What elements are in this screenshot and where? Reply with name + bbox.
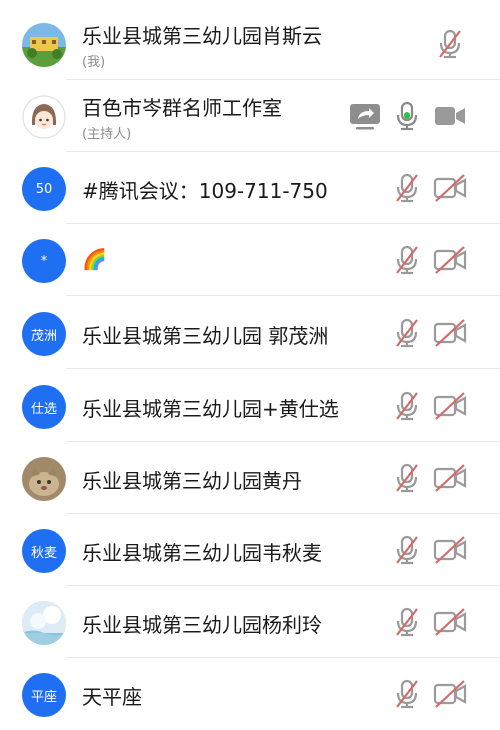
participant-name: 乐业县城第三幼儿园韦秋麦 [82, 541, 322, 565]
mic-muted-icon[interactable] [432, 26, 468, 62]
avatar-initials: 仕选 [30, 401, 57, 417]
avatar-initials: 平座 [30, 689, 57, 705]
participant-role: (主持人) [82, 127, 132, 142]
mic-muted-icon[interactable] [389, 242, 425, 278]
participant-name: 🌈 [82, 247, 107, 271]
participant-row[interactable]: 乐业县城第三幼儿园杨利玲 [0, 586, 500, 658]
participant-role: (我) [82, 55, 106, 70]
mic-muted-icon[interactable] [389, 170, 425, 206]
participant-name: 百色市岑群名师工作室 [82, 96, 282, 120]
video-off-icon[interactable] [432, 388, 468, 424]
video-off-icon[interactable] [432, 460, 468, 496]
participant-name: 乐业县城第三幼儿园+黄仕选 [82, 397, 339, 421]
row-divider [66, 295, 500, 296]
participant-name: 天平座 [82, 685, 142, 709]
participant-row[interactable]: 乐业县城第三幼儿园黄丹 [0, 442, 500, 514]
participant-row[interactable]: 秋麦 乐业县城第三幼儿园韦秋麦 [0, 514, 500, 586]
avatar-initials: 50 [35, 181, 53, 197]
avatar: 50 [22, 167, 66, 211]
row-divider [66, 368, 500, 369]
avatar: * [22, 239, 66, 283]
participant-list: 乐业县城第三幼儿园肖斯云 (我) 百色市岑群名师工作室 (主持人) 50 #腾讯会议：10… [0, 0, 500, 728]
mic-muted-icon[interactable] [389, 460, 425, 496]
avatar-initials: 茂洲 [30, 328, 57, 344]
mic-muted-icon[interactable] [389, 388, 425, 424]
participant-row[interactable]: 平座 天平座 [0, 658, 500, 730]
participant-name: #腾讯会议：109-711-750 [82, 179, 328, 203]
screen-share-icon[interactable] [347, 98, 383, 134]
video-off-icon[interactable] [432, 604, 468, 640]
video-camera-icon[interactable] [432, 98, 468, 134]
cartoon-girl-avatar [22, 95, 66, 139]
school-photo-avatar [22, 23, 66, 67]
participant-row[interactable]: 仕选 乐业县城第三幼儿园+黄仕选 [0, 370, 500, 442]
participant-row[interactable]: 50 #腾讯会议：109-711-750 [0, 152, 500, 224]
video-off-icon[interactable] [432, 170, 468, 206]
mic-muted-icon[interactable] [389, 676, 425, 712]
participant-name: 乐业县城第三幼儿园肖斯云 [82, 24, 322, 48]
participant-row[interactable]: * 🌈 [0, 224, 500, 296]
participant-name: 乐业县城第三幼儿园杨利玲 [82, 613, 322, 637]
video-off-icon[interactable] [432, 315, 468, 351]
participant-name: 乐业县城第三幼儿园 郭茂洲 [82, 324, 329, 348]
mic-muted-icon[interactable] [389, 604, 425, 640]
avatar: 仕选 [22, 385, 66, 429]
sky-photo-avatar [22, 601, 66, 645]
avatar: 秋麦 [22, 529, 66, 573]
avatar-initials: 秋麦 [30, 545, 57, 561]
participant-row[interactable]: 百色市岑群名师工作室 (主持人) [0, 80, 500, 152]
mic-muted-icon[interactable] [389, 315, 425, 351]
avatar: 茂洲 [22, 312, 66, 356]
avatar-initials: * [40, 253, 48, 269]
participant-row[interactable]: 乐业县城第三幼儿园肖斯云 (我) [0, 8, 500, 80]
mic-active-icon[interactable] [389, 98, 425, 134]
avatar: 平座 [22, 673, 66, 717]
video-off-icon[interactable] [432, 242, 468, 278]
cat-photo-avatar [22, 457, 66, 501]
participant-row[interactable]: 茂洲 乐业县城第三幼儿园 郭茂洲 [0, 297, 500, 369]
video-off-icon[interactable] [432, 676, 468, 712]
participant-name: 乐业县城第三幼儿园黄丹 [82, 469, 302, 493]
video-off-icon[interactable] [432, 532, 468, 568]
mic-muted-icon[interactable] [389, 532, 425, 568]
